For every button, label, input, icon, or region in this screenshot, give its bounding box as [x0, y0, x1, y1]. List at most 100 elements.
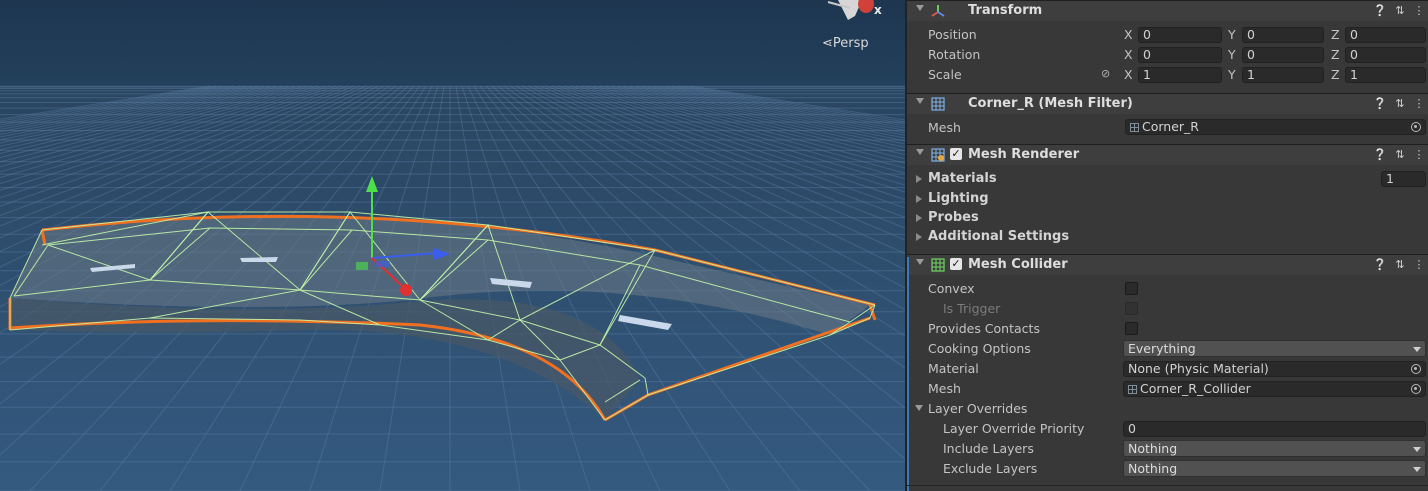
dropdown-arrow-icon — [1413, 467, 1421, 472]
collapse-arrow-icon[interactable] — [916, 259, 924, 265]
is-trigger-checkbox[interactable] — [1125, 302, 1138, 315]
presets-icon[interactable]: ⇅ — [1394, 148, 1406, 162]
mesh-renderer-icon — [931, 148, 945, 162]
help-icon[interactable]: ❔ — [1373, 97, 1387, 111]
enabled-checkbox[interactable]: ✓ — [950, 258, 962, 270]
exclude-layers-value: Nothing — [1128, 461, 1178, 476]
collapse-arrow-icon[interactable] — [916, 98, 924, 104]
mesh-collider-icon — [931, 258, 945, 272]
selection-accent-bar — [907, 257, 909, 491]
z-axis-label: Z — [1331, 27, 1340, 42]
dropdown-arrow-icon — [1413, 447, 1421, 452]
collapse-arrow-icon[interactable] — [915, 405, 923, 411]
cooking-options-dropdown[interactable]: Everything — [1123, 340, 1426, 357]
object-picker-icon[interactable] — [1411, 384, 1421, 394]
expand-arrow-icon[interactable] — [916, 233, 922, 241]
object-picker-icon[interactable] — [1411, 122, 1421, 132]
mesh-filter-icon — [931, 97, 945, 111]
scale-label: Scale — [928, 67, 962, 82]
z-axis-label: Z — [1331, 67, 1340, 82]
gizmo-axis-label: x — [874, 3, 882, 17]
mesh-value: Corner_R — [1142, 119, 1199, 134]
rotation-z-field[interactable]: 0 — [1345, 47, 1426, 63]
exclude-layers-label: Exclude Layers — [943, 461, 1038, 476]
collapse-arrow-icon[interactable] — [916, 149, 924, 155]
more-icon[interactable]: ⋮ — [1413, 97, 1425, 111]
include-layers-label: Include Layers — [943, 441, 1034, 456]
layer-override-priority-field[interactable]: 0 — [1123, 421, 1426, 437]
scale-z-field[interactable]: 1 — [1345, 67, 1426, 83]
materials-count-field[interactable]: 1 — [1381, 171, 1426, 187]
mesh-label: Mesh — [928, 120, 961, 135]
mesh-label: Mesh — [928, 381, 961, 396]
position-label: Position — [928, 27, 977, 42]
persp-text: Persp — [832, 36, 869, 51]
scene-canvas[interactable]: x — [0, 0, 905, 491]
back-arrow-icon: ⋖ — [822, 36, 833, 51]
help-icon[interactable]: ❔ — [1373, 4, 1387, 18]
scale-y-field[interactable]: 1 — [1242, 67, 1324, 83]
more-icon[interactable]: ⋮ — [1413, 4, 1425, 18]
convex-checkbox[interactable] — [1125, 282, 1138, 295]
enabled-checkbox[interactable]: ✓ — [950, 148, 962, 160]
convex-label: Convex — [928, 281, 975, 296]
more-icon[interactable]: ⋮ — [1413, 258, 1425, 272]
presets-icon[interactable]: ⇅ — [1394, 97, 1406, 111]
x-axis-label: X — [1124, 67, 1133, 82]
component-title: Mesh Collider — [968, 257, 1068, 272]
projection-label[interactable]: ⋖Persp — [822, 36, 869, 51]
component-title: Corner_R (Mesh Filter) — [968, 96, 1133, 111]
cooking-options-label: Cooking Options — [928, 341, 1031, 356]
x-axis-label: X — [1124, 27, 1133, 42]
lighting-section[interactable]: Lighting — [928, 191, 989, 206]
help-icon[interactable]: ❔ — [1373, 148, 1387, 162]
mesh-renderer-header[interactable]: ✓ Mesh Renderer ❔ ⇅ ⋮ — [907, 144, 1428, 165]
component-title: Transform — [968, 3, 1043, 18]
presets-icon[interactable]: ⇅ — [1394, 4, 1406, 18]
rotation-x-field[interactable]: 0 — [1138, 47, 1222, 63]
materials-section[interactable]: Materials — [928, 171, 997, 186]
exclude-layers-dropdown[interactable]: Nothing — [1123, 460, 1426, 477]
collapse-arrow-icon[interactable] — [916, 5, 924, 11]
material-label: Material — [928, 361, 979, 376]
cooking-options-value: Everything — [1128, 341, 1196, 356]
transform-axes-icon — [931, 5, 945, 17]
include-layers-value: Nothing — [1128, 441, 1178, 456]
scene-view[interactable]: x ⋖Persp — [0, 0, 905, 491]
component-title: Mesh Renderer — [968, 147, 1080, 162]
mesh-object-field[interactable]: Corner_R — [1125, 119, 1426, 135]
dropdown-arrow-icon — [1413, 347, 1421, 352]
z-axis-label: Z — [1331, 47, 1340, 62]
more-icon[interactable]: ⋮ — [1413, 148, 1425, 162]
scale-x-field[interactable]: 1 — [1138, 67, 1222, 83]
rotation-y-field[interactable]: 0 — [1242, 47, 1324, 63]
expand-arrow-icon[interactable] — [916, 175, 922, 183]
transform-header[interactable]: Transform ❔ ⇅ ⋮ — [907, 0, 1428, 21]
material-object-field[interactable]: None (Physic Material) — [1123, 361, 1426, 377]
position-x-field[interactable]: 0 — [1138, 27, 1222, 43]
layer-overrides-foldout[interactable]: Layer Overrides — [928, 401, 1027, 416]
link-constraint-icon[interactable]: ⊘ — [1101, 67, 1110, 80]
provides-contacts-label: Provides Contacts — [928, 321, 1040, 336]
position-z-field[interactable]: 0 — [1345, 27, 1426, 43]
position-y-field[interactable]: 0 — [1242, 27, 1324, 43]
additional-settings-section[interactable]: Additional Settings — [928, 229, 1069, 244]
expand-arrow-icon[interactable] — [916, 214, 922, 222]
y-axis-label: Y — [1228, 27, 1236, 42]
y-axis-label: Y — [1228, 47, 1236, 62]
mesh-filter-header[interactable]: Corner_R (Mesh Filter) ❔ ⇅ ⋮ — [907, 93, 1428, 114]
object-picker-icon[interactable] — [1411, 364, 1421, 374]
expand-arrow-icon[interactable] — [916, 195, 922, 203]
y-axis-label: Y — [1228, 67, 1236, 82]
collider-mesh-object-field[interactable]: Corner_R_Collider — [1123, 381, 1426, 397]
include-layers-dropdown[interactable]: Nothing — [1123, 440, 1426, 457]
mesh-icon — [1128, 385, 1137, 394]
help-icon[interactable]: ❔ — [1373, 258, 1387, 272]
presets-icon[interactable]: ⇅ — [1394, 258, 1406, 272]
layer-override-priority-label: Layer Override Priority — [943, 421, 1085, 436]
is-trigger-label: Is Trigger — [943, 301, 1001, 316]
mesh-collider-header[interactable]: ✓ Mesh Collider ❔ ⇅ ⋮ — [907, 254, 1428, 275]
mesh-icon — [1130, 123, 1139, 132]
probes-section[interactable]: Probes — [928, 210, 979, 225]
provides-contacts-checkbox[interactable] — [1125, 322, 1138, 335]
